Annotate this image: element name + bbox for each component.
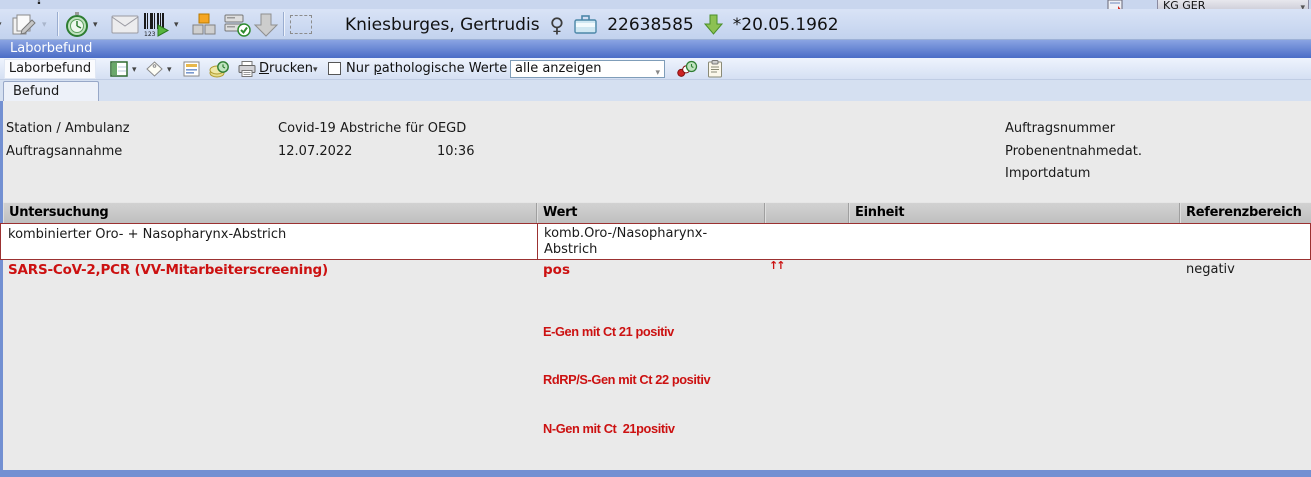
toolbar-separator — [283, 12, 284, 36]
tab-befund[interactable]: Befund — [3, 81, 99, 101]
chevron-down-icon[interactable]: ▾ — [167, 66, 172, 75]
station-value: Covid-19 Abstriche für OEGD — [278, 121, 466, 136]
befund-toolbar: Laborbefund ▾ ▾ — [0, 58, 1311, 80]
result-wert: pos — [543, 262, 570, 278]
barcode-run-icon[interactable]: 123 — [142, 13, 172, 37]
auftragsannahme-date: 12.07.2022 — [278, 144, 352, 159]
column-header-einheit[interactable]: Einheit — [849, 203, 1180, 223]
importdatum-label: Importdatum — [1005, 166, 1090, 181]
column-header-flag[interactable] — [765, 203, 849, 223]
print-button[interactable]: Drucken — [259, 61, 313, 77]
patient-bar: Kniesburges, Gertrudis ♀ 22638585 *20.05… — [345, 9, 839, 40]
case-number: 22638585 — [607, 15, 694, 35]
envelope-icon[interactable] — [111, 15, 139, 34]
chevron-down-icon[interactable]: ▾ — [0, 21, 2, 30]
result-comment-block: E-Gen mit Ct 21 positiv RdRP/S-Gen mit C… — [543, 291, 1069, 477]
auftragsnummer-label: Auftragsnummer — [1005, 121, 1115, 136]
result-filter-value: alle anzeigen — [515, 61, 601, 76]
toolbar-separator — [57, 12, 58, 36]
briefcase-icon — [574, 15, 597, 34]
station-label: Station / Ambulanz — [6, 121, 130, 136]
table-layout-icon[interactable] — [110, 61, 128, 77]
chevron-down-icon[interactable]: ▾ — [93, 21, 98, 30]
download-arrow-icon[interactable] — [253, 13, 279, 38]
view-name-label: Laborbefund — [4, 59, 96, 79]
birth-date: *20.05.1962 — [733, 15, 839, 35]
specimen-untersuchung: kombinierter Oro- + Nasopharynx-Abstrich — [1, 224, 538, 259]
document-details-icon[interactable] — [183, 61, 200, 77]
selection-marquee-icon[interactable] — [290, 15, 312, 34]
panel-title-bar: Laborbefund — [0, 40, 1311, 58]
patho-filter-label[interactable]: Nur pathologische Werte — [346, 61, 507, 77]
clipboard-icon[interactable] — [707, 60, 723, 78]
patient-name: Kniesburges, Gertrudis — [345, 15, 540, 35]
column-header-untersuchung[interactable]: Untersuchung — [3, 203, 537, 223]
overflow-indicator: ! — [36, 0, 42, 8]
column-header-wert[interactable]: Wert — [537, 203, 765, 223]
probenentnahme-label: Probenentnahmedat. — [1005, 144, 1142, 159]
specimen-wert: komb.Oro-/Nasopharynx- Abstrich — [538, 224, 707, 259]
result-filter-select[interactable]: alle anzeigen ▾ — [510, 60, 665, 78]
tag-icon[interactable] — [146, 61, 163, 77]
stopwatch-icon[interactable] — [64, 12, 90, 38]
server-ok-icon[interactable] — [222, 13, 252, 37]
app-window: ! KG GER ▾ ▾ ▾ — [0, 0, 1311, 477]
window-bottom-edge — [0, 470, 1311, 477]
comment-line: RdRP/S-Gen mit Ct 22 positiv — [543, 372, 1069, 388]
medication-history-icon[interactable] — [676, 60, 698, 78]
results-table-header: Untersuchung Wert Einheit Referenzbereic… — [3, 202, 1311, 223]
comment-line: E-Gen mit Ct 21 positiv — [543, 324, 1069, 340]
svg-text:123: 123 — [144, 31, 156, 37]
packages-icon[interactable] — [190, 13, 218, 37]
history-icon[interactable] — [209, 60, 229, 78]
column-header-referenzbereich[interactable]: Referenzbereich — [1180, 203, 1311, 223]
panel-title: Laborbefund — [0, 41, 92, 56]
main-toolbar: ▾ ▾ ▾ — [0, 9, 1311, 40]
result-referenzbereich: negativ — [1186, 262, 1235, 277]
printer-icon[interactable] — [238, 61, 256, 77]
pathological-flag-arrows-icon: ↑↑ — [769, 259, 783, 272]
chevron-down-icon-disabled: ▾ — [42, 21, 47, 30]
female-gender-icon: ♀ — [550, 15, 565, 35]
comment-line: N-Gen mit Ct 21positiv — [543, 421, 1069, 437]
chevron-down-icon[interactable]: ▾ — [313, 66, 318, 75]
auftragsannahme-label: Auftragsannahme — [6, 144, 122, 159]
edit-notes-icon[interactable] — [10, 14, 38, 36]
tab-strip: Befund — [0, 80, 1311, 101]
chevron-down-icon[interactable]: ▾ — [174, 21, 179, 30]
auftragsannahme-time: 10:36 — [437, 144, 474, 159]
chevron-down-icon[interactable]: ▾ — [132, 66, 137, 75]
table-row-specimen[interactable]: kombinierter Oro- + Nasopharynx-Abstrich… — [0, 223, 1311, 260]
green-down-arrow-icon — [704, 14, 723, 35]
chevron-down-icon: ▾ — [655, 65, 660, 81]
patho-filter-checkbox[interactable] — [328, 62, 341, 75]
result-untersuchung: SARS-CoV-2,PCR (VV-Mitarbeiterscreening) — [8, 262, 328, 278]
